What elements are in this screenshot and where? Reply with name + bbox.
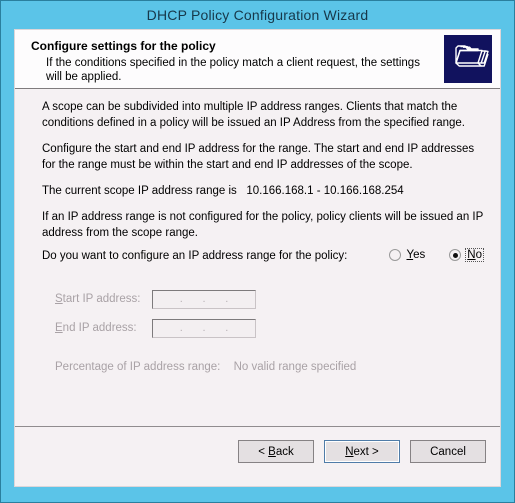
cancel-button[interactable]: Cancel [410, 440, 486, 463]
radio-yes[interactable]: Yes [388, 248, 428, 262]
end-ip-label: End IP address: [55, 322, 137, 334]
current-scope-range-value: 10.166.168.1 - 10.166.168.254 [246, 185, 404, 197]
start-ip-row: Start IP address: . . . [55, 289, 256, 309]
start-ip-label: Start IP address: [55, 293, 141, 305]
next-button[interactable]: Next > [324, 440, 400, 463]
back-button[interactable]: < Back [238, 440, 314, 463]
end-ip-dot-3: . [225, 322, 229, 334]
start-ip-dot-3: . [225, 293, 229, 305]
radio-yes-label: Yes [406, 249, 426, 261]
wizard-footer: < Back Next > Cancel [15, 426, 500, 486]
start-ip-dot-1: . [179, 293, 183, 305]
end-ip-input[interactable]: . . . [152, 318, 256, 338]
end-ip-dot-2: . [202, 322, 206, 334]
percentage-value: No valid range specified [233, 361, 357, 373]
current-scope-range-line: The current scope IP address range is 10… [42, 184, 484, 200]
wizard-window: DHCP Policy Configuration Wizard Configu… [0, 0, 515, 503]
end-ip-row: End IP address: . . . [55, 318, 256, 338]
current-scope-range-label: The current scope IP address range is [42, 185, 237, 197]
radio-no-label: No [465, 248, 484, 262]
window-title: DHCP Policy Configuration Wizard [146, 7, 369, 23]
radio-no[interactable]: No [449, 248, 484, 262]
intro-paragraph-2: Configure the start and end IP address f… [42, 143, 475, 171]
configure-range-question-label: Do you want to configure an IP address r… [42, 250, 348, 262]
wizard-body: A scope can be subdivided into multiple … [15, 89, 500, 426]
intro-paragraph-1: A scope can be subdivided into multiple … [42, 101, 465, 129]
wizard-button-row: < Back Next > Cancel [228, 440, 486, 463]
end-ip-dot-1: . [179, 322, 183, 334]
radio-yes-indicator [388, 249, 401, 261]
configure-range-question-row: Do you want to configure an IP address r… [42, 248, 484, 266]
banner-title: Configure settings for the policy [31, 39, 216, 53]
start-ip-dot-2: . [202, 293, 206, 305]
folders-stack-icon [444, 35, 492, 83]
banner-subtitle: If the conditions specified in the polic… [46, 57, 420, 83]
intro-paragraph-4: If an IP address range is not configured… [42, 211, 484, 239]
percentage-label: Percentage of IP address range: [55, 361, 221, 373]
start-ip-input[interactable]: . . . [152, 289, 256, 309]
title-bar: DHCP Policy Configuration Wizard [1, 1, 514, 29]
configure-range-radio-group: Yes No [367, 248, 484, 262]
wizard-banner: Configure settings for the policy If the… [15, 30, 500, 89]
client-area: Configure settings for the policy If the… [14, 29, 501, 487]
percentage-row: Percentage of IP address range: No valid… [55, 361, 356, 373]
radio-no-indicator [449, 249, 462, 261]
